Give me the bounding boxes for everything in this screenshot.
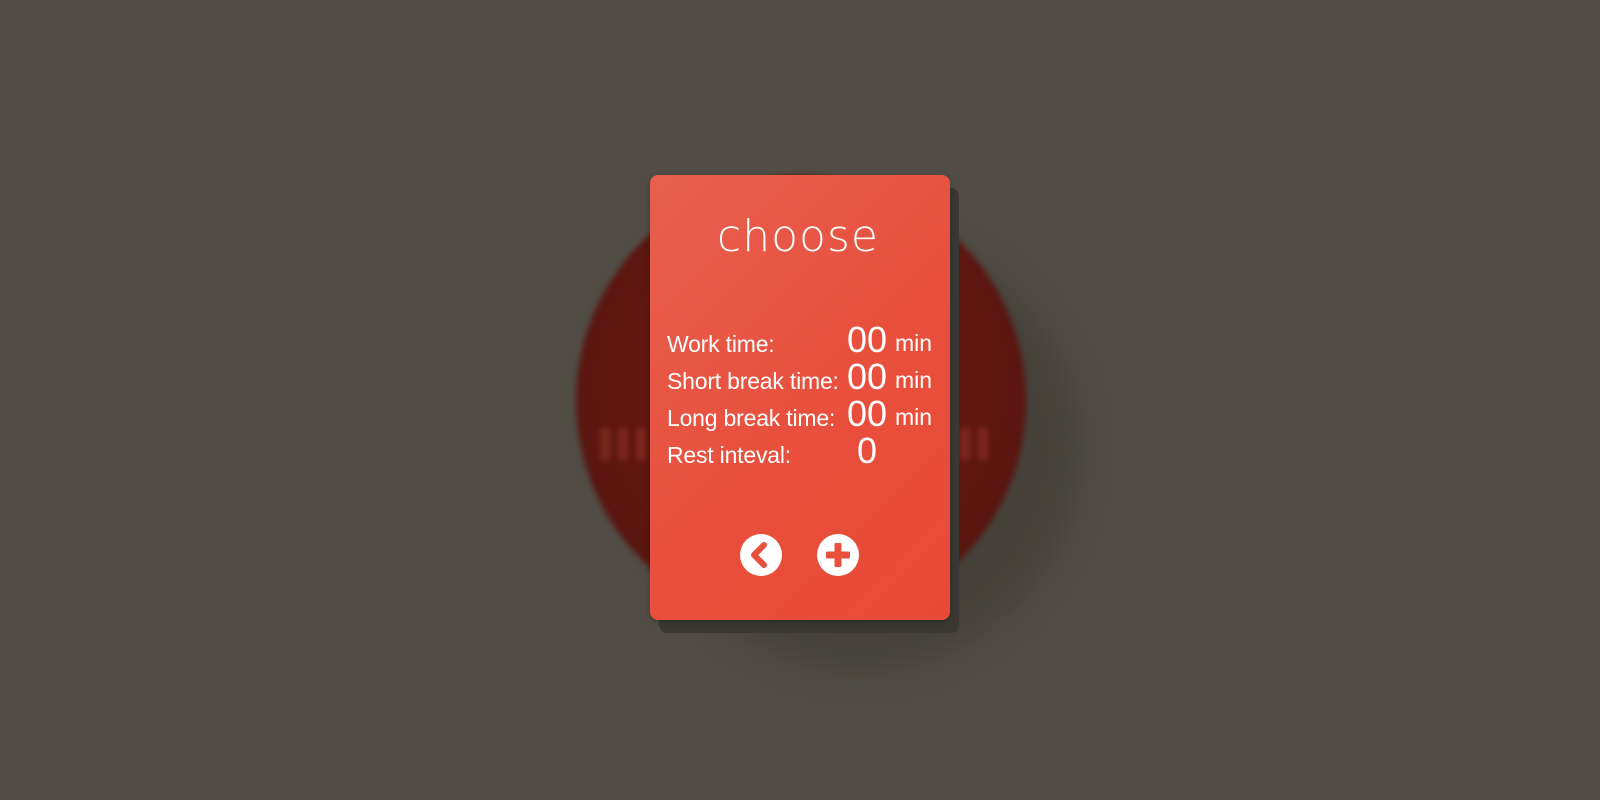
settings-list: Work time: 00 min Short break time: 00 m… (667, 322, 943, 473)
short-break-time-value[interactable]: 00 (847, 359, 887, 395)
long-break-time-label: Long break time: (667, 405, 836, 431)
dialog-title: choose (717, 211, 879, 262)
back-button[interactable] (740, 534, 782, 576)
work-time-row[interactable]: Work time: 00 min (667, 322, 943, 362)
chevron-left-icon (751, 542, 767, 568)
plus-icon (826, 543, 850, 567)
long-break-time-unit: min (895, 404, 933, 430)
rest-interval-label: Rest inteval: (667, 442, 791, 468)
dialog-actions (650, 534, 950, 576)
short-break-time-label: Short break time: (667, 368, 839, 394)
rest-interval-value[interactable]: 0 (847, 433, 887, 469)
long-break-time-value[interactable]: 00 (847, 396, 887, 432)
short-break-time-row[interactable]: Short break time: 00 min (667, 359, 943, 399)
choose-dialog: choose Work time: 00 min Short break tim… (650, 175, 950, 620)
short-break-time-unit: min (895, 367, 933, 393)
work-time-value[interactable]: 00 (847, 322, 887, 358)
app-stage: choose Work time: 00 min Short break tim… (0, 0, 1600, 800)
long-break-time-row[interactable]: Long break time: 00 min (667, 396, 943, 436)
work-time-unit: min (895, 330, 933, 356)
rest-interval-row[interactable]: Rest inteval: 0 (667, 433, 943, 473)
add-button[interactable] (817, 534, 859, 576)
work-time-label: Work time: (667, 331, 775, 357)
